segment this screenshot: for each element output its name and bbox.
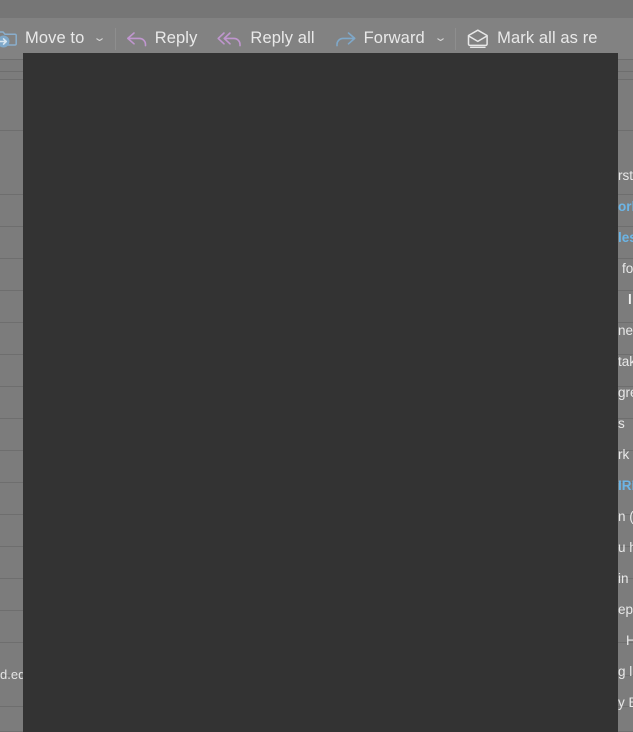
forward-arrow-icon	[335, 30, 357, 48]
reading-pane-text: n (	[618, 509, 633, 524]
reading-pane: rst orl les fo l ne tak gre s rk IRB n ( u h in ep Hg …	[618, 59, 633, 732]
loading-overlay	[23, 53, 618, 732]
move-to-label: Move to	[25, 29, 85, 48]
open-envelope-icon	[466, 28, 490, 49]
reply-all-arrow-icon	[217, 30, 243, 48]
reading-pane-text: u h	[618, 540, 633, 555]
reply-arrow-icon	[126, 30, 148, 48]
reading-pane-text: gre	[618, 385, 633, 400]
reply-label: Reply	[154, 29, 198, 48]
reading-pane-text: ne	[618, 323, 633, 338]
reading-pane-text: s	[618, 416, 625, 431]
reading-pane-link[interactable]: orl	[618, 200, 633, 214]
reading-pane-link[interactable]: IRB	[618, 479, 633, 493]
reading-pane-text: ep	[618, 602, 633, 617]
reading-pane-text: rk	[618, 447, 630, 462]
move-to-folder-icon	[0, 28, 18, 49]
window-top-band	[0, 0, 633, 18]
reading-pane-text: y B	[618, 695, 633, 710]
reading-pane-text: H	[626, 633, 633, 648]
reply-all-label: Reply all	[250, 29, 315, 48]
mark-all-as-read-label: Mark all as re	[497, 29, 598, 48]
reading-pane-text: fo	[622, 261, 633, 276]
reading-pane-text: rst	[618, 168, 633, 183]
chevron-down-icon[interactable]: ⌄	[433, 33, 447, 44]
reading-pane-link[interactable]: les	[618, 231, 633, 245]
forward-label: Forward	[363, 29, 425, 48]
reading-pane-text: g li	[618, 664, 633, 679]
reading-pane-text: in	[618, 571, 629, 586]
reading-pane-text: tak	[618, 354, 633, 369]
reading-pane-text: l	[628, 292, 632, 307]
chevron-down-icon[interactable]: ⌄	[93, 33, 107, 44]
